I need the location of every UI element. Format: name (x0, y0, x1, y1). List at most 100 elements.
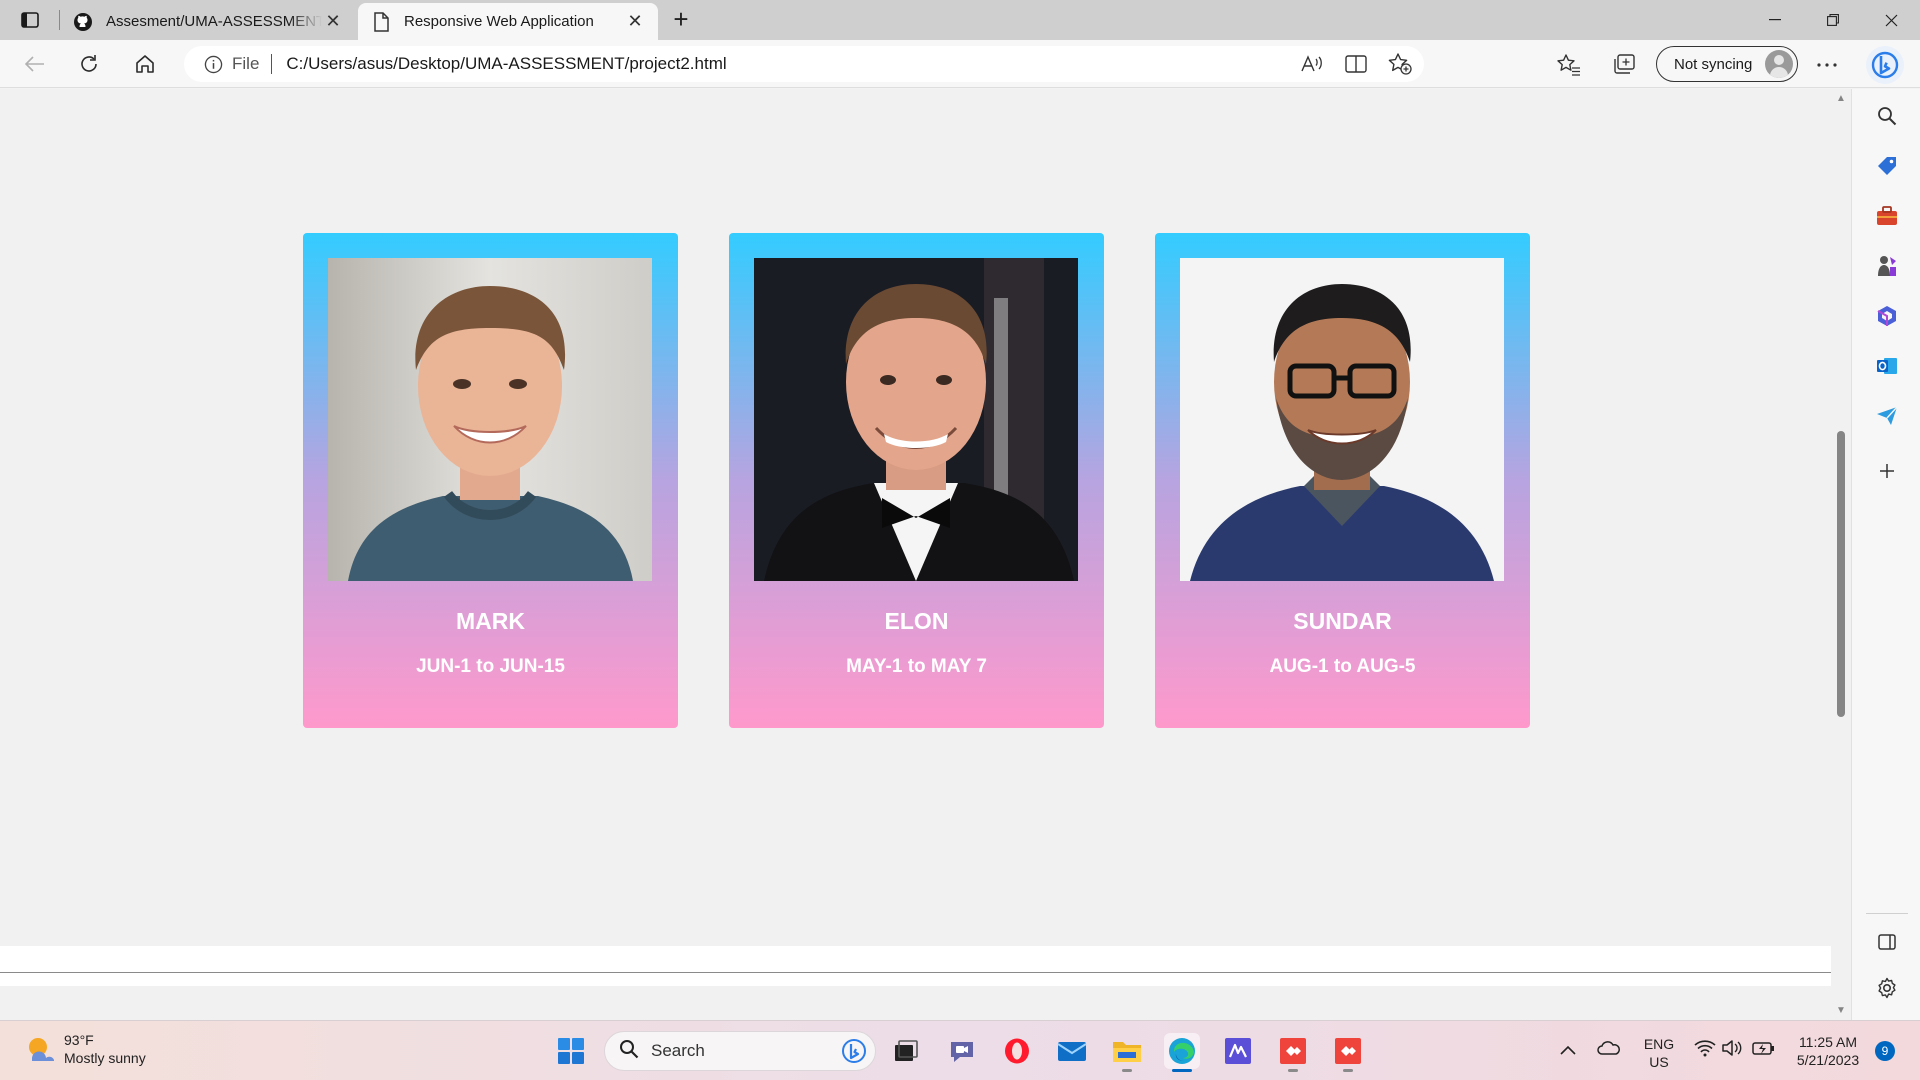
url-text[interactable]: C:/Users/asus/Desktop/UMA-ASSESSMENT/pro… (286, 54, 726, 74)
search-placeholder: Search (651, 1041, 705, 1060)
page-scrollbar[interactable]: ▲ ▼ (1831, 89, 1851, 1020)
anydesk-icon[interactable] (1330, 1033, 1366, 1072)
browser-toolbar: File C:/Users/asus/Desktop/UMA-ASSESSMEN… (0, 40, 1920, 88)
search-icon (619, 1039, 639, 1064)
bing-chat-icon[interactable] (1866, 46, 1904, 84)
tab-title: Assesment/UMA-ASSESSMENT at main (106, 13, 322, 30)
profile-card: ELON MAY-1 to MAY 7 (729, 233, 1104, 728)
teams-chat-icon[interactable] (944, 1033, 980, 1069)
search-icon[interactable] (1874, 103, 1900, 129)
scroll-up-icon[interactable]: ▲ (1835, 93, 1847, 105)
running-indicator (1122, 1069, 1132, 1072)
clock[interactable]: 11:25 AM 5/21/2023 (1790, 1033, 1866, 1069)
card-name: ELON (884, 608, 949, 634)
title-bar: Assesment/UMA-ASSESSMENT at main ✕ Respo… (0, 0, 1920, 40)
anydesk-icon[interactable] (1275, 1033, 1311, 1072)
back-button[interactable] (18, 48, 52, 80)
outlook-icon[interactable] (1874, 353, 1900, 379)
profile-card: MARK JUN-1 to JUN-15 (303, 233, 678, 728)
sidebar-divider (1866, 913, 1908, 914)
page-icon (370, 11, 392, 33)
edge-sidebar (1851, 89, 1920, 1020)
edge-browser-icon[interactable] (1164, 1033, 1200, 1072)
avatar (1765, 50, 1793, 78)
weather-condition: Mostly sunny (64, 1050, 146, 1066)
home-button[interactable] (128, 48, 162, 80)
more-options-icon[interactable] (1814, 52, 1840, 78)
send-icon[interactable] (1874, 403, 1900, 429)
collections-icon[interactable] (1611, 52, 1637, 78)
active-indicator (1172, 1069, 1192, 1072)
tab-title: Responsive Web Application (404, 13, 594, 30)
opera-icon[interactable] (999, 1033, 1035, 1069)
scroll-down-icon[interactable]: ▼ (1835, 1005, 1847, 1017)
minimize-button[interactable] (1752, 0, 1798, 40)
battery-icon[interactable] (1752, 1039, 1776, 1061)
favorites-icon[interactable] (1556, 52, 1582, 78)
page-footer (0, 946, 1831, 986)
card-dates: JUN-1 to JUN-15 (416, 656, 565, 677)
start-button[interactable] (553, 1033, 589, 1069)
tab-responsive-web-app[interactable]: Responsive Web Application ✕ (358, 3, 658, 40)
windows-taskbar: 93°F Mostly sunny Search ENG US 11:25 AM… (0, 1020, 1920, 1080)
wifi-icon[interactable] (1694, 1039, 1716, 1061)
taskbar-search[interactable]: Search (604, 1031, 876, 1071)
running-indicator (1343, 1069, 1353, 1072)
mark-photo (328, 258, 652, 581)
weather-widget[interactable]: 93°F Mostly sunny (24, 1031, 146, 1067)
scroll-thumb[interactable] (1837, 431, 1845, 717)
tab-actions-icon[interactable] (12, 6, 48, 34)
games-icon[interactable] (1874, 253, 1900, 279)
language-code: ENG (1643, 1036, 1675, 1052)
read-aloud-icon[interactable] (1300, 52, 1324, 76)
running-indicator (1288, 1069, 1298, 1072)
github-icon (72, 11, 94, 33)
add-favorite-icon[interactable] (1388, 52, 1412, 76)
url-scheme-label: File (232, 54, 260, 73)
sync-status-label: Not syncing (1674, 55, 1753, 73)
tab-github[interactable]: Assesment/UMA-ASSESSMENT at main ✕ (60, 3, 356, 40)
file-explorer-icon[interactable] (1109, 1033, 1145, 1072)
card-name: MARK (456, 608, 525, 634)
visual-studio-icon[interactable] (1220, 1033, 1256, 1069)
card-name: SUNDAR (1293, 608, 1392, 634)
sun-icon (24, 1033, 56, 1065)
address-bar[interactable]: File C:/Users/asus/Desktop/UMA-ASSESSMEN… (184, 46, 1424, 82)
mail-icon[interactable] (1054, 1033, 1090, 1069)
add-icon[interactable] (1874, 458, 1900, 484)
region-code: US (1649, 1054, 1669, 1070)
footer-divider (0, 972, 1831, 973)
weather-temp: 93°F (64, 1032, 94, 1048)
clock-date: 5/21/2023 (1796, 1052, 1860, 1068)
shopping-tag-icon[interactable] (1874, 153, 1900, 179)
notification-badge[interactable]: 9 (1875, 1041, 1895, 1061)
tools-briefcase-icon[interactable] (1874, 203, 1900, 229)
task-view-icon[interactable] (888, 1033, 924, 1069)
restore-button[interactable] (1810, 0, 1856, 40)
bing-icon (841, 1038, 867, 1064)
show-hidden-icons-icon[interactable] (1560, 1041, 1576, 1059)
new-tab-button[interactable]: + (666, 6, 696, 34)
refresh-button[interactable] (72, 48, 106, 80)
hide-sidebar-icon[interactable] (1874, 929, 1900, 955)
onedrive-cloud-icon[interactable] (1597, 1039, 1621, 1059)
url-divider (271, 54, 273, 74)
profile-sync-button[interactable]: Not syncing (1656, 46, 1798, 82)
settings-gear-icon[interactable] (1874, 975, 1900, 1001)
language-indicator[interactable]: ENG US (1642, 1035, 1676, 1071)
close-icon[interactable]: ✕ (322, 11, 344, 33)
clock-time: 11:25 AM (1798, 1034, 1858, 1050)
card-dates: MAY-1 to MAY 7 (846, 656, 987, 677)
split-screen-icon[interactable] (1344, 52, 1368, 76)
elon-photo (754, 258, 1078, 581)
close-icon[interactable]: ✕ (624, 11, 646, 33)
sundar-photo (1180, 258, 1504, 581)
volume-icon[interactable] (1722, 1039, 1744, 1061)
card-row: MARK JUN-1 to JUN-15 ELON MAY-1 to MAY 7… (303, 233, 1530, 728)
profile-card: SUNDAR AUG-1 to AUG-5 (1155, 233, 1530, 728)
info-icon[interactable] (202, 53, 224, 75)
web-page: MARK JUN-1 to JUN-15 ELON MAY-1 to MAY 7… (0, 89, 1831, 1020)
microsoft-365-icon[interactable] (1874, 303, 1900, 329)
card-dates: AUG-1 to AUG-5 (1269, 656, 1416, 677)
close-window-button[interactable] (1868, 0, 1914, 40)
